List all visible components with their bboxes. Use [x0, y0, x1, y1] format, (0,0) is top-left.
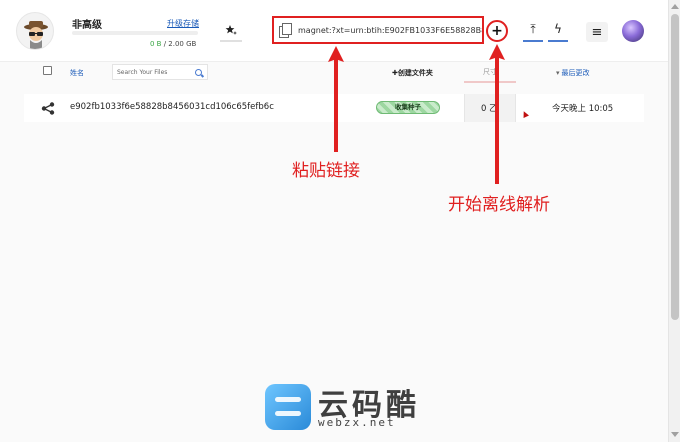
watermark-url: webzx.net: [318, 416, 396, 429]
file-name[interactable]: e902fb1033f6e58828b8456031cd106c65fefb6c: [70, 102, 274, 112]
detective-avatar-icon: [24, 21, 48, 49]
file-modified-time: 今天晚上 10:05: [552, 104, 614, 114]
magnet-link-input[interactable]: [298, 25, 482, 35]
file-search-box[interactable]: [112, 64, 208, 80]
storage-usage-text: 0 B / 2.00 GB: [150, 40, 196, 48]
storage-total: / 2.00 GB: [161, 40, 197, 48]
favorites-button[interactable]: [220, 20, 242, 42]
clipboard-icon[interactable]: [278, 23, 292, 38]
magnet-link-field[interactable]: [272, 16, 484, 44]
profile-orb-icon[interactable]: [622, 20, 644, 42]
watermark-logo-icon: [265, 384, 311, 430]
user-name: 非高级: [72, 20, 102, 31]
column-header-modified[interactable]: ▾ 最后更改: [556, 68, 590, 78]
star-sparkle-icon: [225, 25, 237, 35]
plus-icon: +: [491, 23, 503, 39]
search-icon[interactable]: [195, 68, 202, 76]
column-header-name[interactable]: 姓名: [70, 68, 84, 78]
vertical-scrollbar[interactable]: [668, 0, 680, 442]
upload-button[interactable]: ⤒: [523, 18, 543, 42]
storage-progress-bar: [72, 31, 198, 35]
annotation-arrow-paste: [328, 46, 344, 152]
start-offline-download-button[interactable]: +: [486, 20, 508, 42]
lightning-icon: ϟ: [554, 22, 562, 36]
file-search-input[interactable]: [117, 68, 193, 76]
column-header-modified-label: 最后更改: [561, 69, 590, 77]
select-all-checkbox[interactable]: [43, 66, 52, 75]
annotation-start-offline: 开始离线解析: [448, 195, 550, 215]
status-badge: 收集种子: [376, 101, 440, 114]
share-icon[interactable]: [41, 102, 55, 115]
user-avatar[interactable]: [16, 12, 54, 50]
scroll-up-arrow-icon[interactable]: [671, 4, 679, 9]
lightning-button[interactable]: ϟ: [548, 18, 568, 42]
upload-icon: ⤒: [530, 21, 536, 36]
annotation-arrow-start: [489, 44, 505, 184]
menu-button[interactable]: ≡: [586, 22, 608, 42]
upgrade-storage-link[interactable]: 升级存储: [167, 18, 199, 29]
storage-used: 0 B: [150, 40, 162, 48]
new-folder-button[interactable]: ✚创建文件夹: [392, 68, 433, 78]
scroll-thumb[interactable]: [671, 14, 679, 320]
annotation-paste-link: 粘贴链接: [292, 161, 360, 181]
scroll-down-arrow-icon[interactable]: [671, 432, 679, 437]
sort-caret-icon: ▾: [556, 69, 560, 77]
hamburger-icon: ≡: [591, 24, 603, 40]
